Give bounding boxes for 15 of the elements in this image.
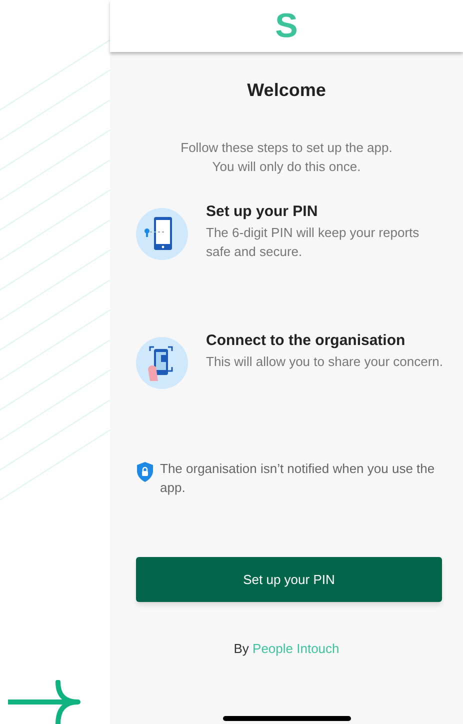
arrow-icon — [8, 680, 82, 724]
welcome-title: Welcome — [247, 79, 326, 102]
step-description: The 6-digit PIN will keep your reports safe and secure. — [206, 224, 420, 261]
phone-key-icon — [136, 208, 188, 260]
intro-text: Follow these steps to set up the app. — [180, 139, 392, 157]
app-logo: S — [275, 9, 298, 43]
privacy-note: The organisation isn’t notified when you use the app. — [160, 460, 436, 497]
step-title: Connect to the organisation — [206, 331, 406, 351]
footer-credit: By People Intouch — [232, 640, 340, 658]
shield-lock-icon — [136, 461, 154, 483]
phone-scan-icon — [136, 337, 188, 389]
intro-text: You will only do this once. — [212, 158, 361, 176]
step-description: This will allow you to share your concern. — [206, 353, 443, 371]
step-title: Set up your PIN — [206, 202, 319, 222]
setup-pin-button[interactable]: Set up your PIN — [136, 557, 442, 602]
